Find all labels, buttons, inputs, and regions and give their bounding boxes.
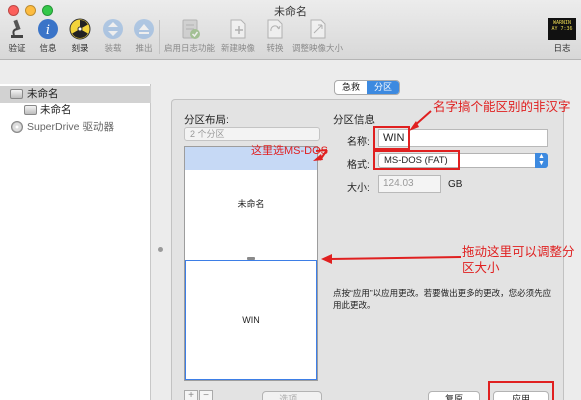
log-icon: WARNIN AY 7:36: [548, 18, 576, 40]
mount-button[interactable]: 装载: [102, 18, 124, 54]
tab-partition[interactable]: 分区: [367, 81, 400, 94]
format-label: 格式:: [347, 160, 370, 171]
annotation-name-note: 名字搞个能区别的非汉字: [433, 100, 571, 114]
apply-instructions-text: 点按“应用”以应用更改。若要做出更多的更改，您必须先应用此更改。: [333, 288, 552, 310]
new-image-icon: [230, 19, 246, 39]
partition-size-field[interactable]: 124.03: [378, 175, 441, 193]
partition-name-label: 未命名: [237, 199, 265, 209]
enable-journaling-icon: [182, 19, 200, 39]
burn-button[interactable]: 刻录: [69, 18, 91, 54]
split-view-handle[interactable]: [158, 247, 163, 252]
burn-icon: [69, 18, 91, 40]
window-toolbar: 未命名 验证 i 信息 刻录 装载 推出 启用日志功能 新建映像 转换 调整映像…: [0, 0, 581, 60]
annotation-format-note: 这里选MS-DOS: [251, 145, 328, 157]
sidebar-item-label: SuperDrive 驱动器: [27, 121, 114, 133]
size-unit-label: GB: [448, 179, 463, 190]
resize-image-icon: [310, 19, 325, 39]
svg-text:i: i: [46, 23, 50, 38]
eject-icon: [134, 19, 154, 39]
convert-button[interactable]: 转换: [264, 18, 286, 54]
annotation-box-apply: [488, 381, 554, 400]
remove-partition-button[interactable]: −: [199, 390, 213, 400]
annotation-resize-note: 拖动这里可以调整分区大小: [462, 245, 575, 275]
partition-block-win[interactable]: WIN: [185, 260, 317, 380]
name-label: 名称:: [347, 137, 370, 148]
sidebar-item-volume[interactable]: 未命名: [0, 102, 151, 119]
partition-scheme-popup[interactable]: 2 个分区: [184, 127, 320, 141]
add-partition-button[interactable]: +: [184, 390, 198, 400]
log-button[interactable]: WARNIN AY 7:36 日志: [548, 18, 576, 54]
partition-block-untitled[interactable]: 未命名: [185, 147, 317, 258]
optical-drive-icon: [11, 121, 23, 133]
sidebar-item-label: 未命名: [40, 104, 72, 116]
partition-name-label: WIN: [242, 315, 260, 325]
partition-info-heading: 分区信息: [333, 114, 375, 126]
disk-icon: [10, 89, 23, 99]
tab-bar: 急救 分区: [334, 80, 401, 95]
eject-button[interactable]: 推出: [133, 18, 155, 54]
revert-button[interactable]: 复原: [428, 391, 480, 400]
annotation-box-format: [373, 150, 460, 170]
tab-first-aid[interactable]: 急救: [335, 81, 367, 94]
volume-icon: [24, 105, 37, 115]
convert-icon: [267, 19, 283, 39]
window-title: 未命名: [274, 6, 307, 18]
sidebar: 未命名 未命名 SuperDrive 驱动器: [0, 84, 151, 400]
partition-layout-map: 未命名 WIN: [184, 146, 318, 381]
info-icon: i: [38, 19, 58, 39]
info-button[interactable]: i 信息: [37, 18, 59, 54]
chevron-updown-icon: ▲ ▼: [535, 153, 548, 168]
mount-icon: [103, 19, 123, 39]
sidebar-item-disk[interactable]: 未命名: [0, 86, 151, 103]
size-label: 大小:: [347, 183, 370, 194]
options-button[interactable]: 选项...: [262, 391, 322, 400]
sidebar-item-superdrive[interactable]: SuperDrive 驱动器: [0, 119, 151, 136]
partition-layout-heading: 分区布局:: [184, 114, 229, 126]
microscope-icon: [11, 19, 23, 38]
enable-journaling-button[interactable]: 启用日志功能: [164, 18, 215, 54]
toolbar-separator: [159, 20, 160, 54]
sidebar-item-label: 未命名: [27, 88, 59, 100]
resize-image-button[interactable]: 调整映像大小: [292, 18, 343, 54]
annotation-box-name: [373, 126, 410, 150]
verify-button[interactable]: 验证: [6, 18, 28, 54]
new-image-button[interactable]: 新建映像: [221, 18, 255, 54]
